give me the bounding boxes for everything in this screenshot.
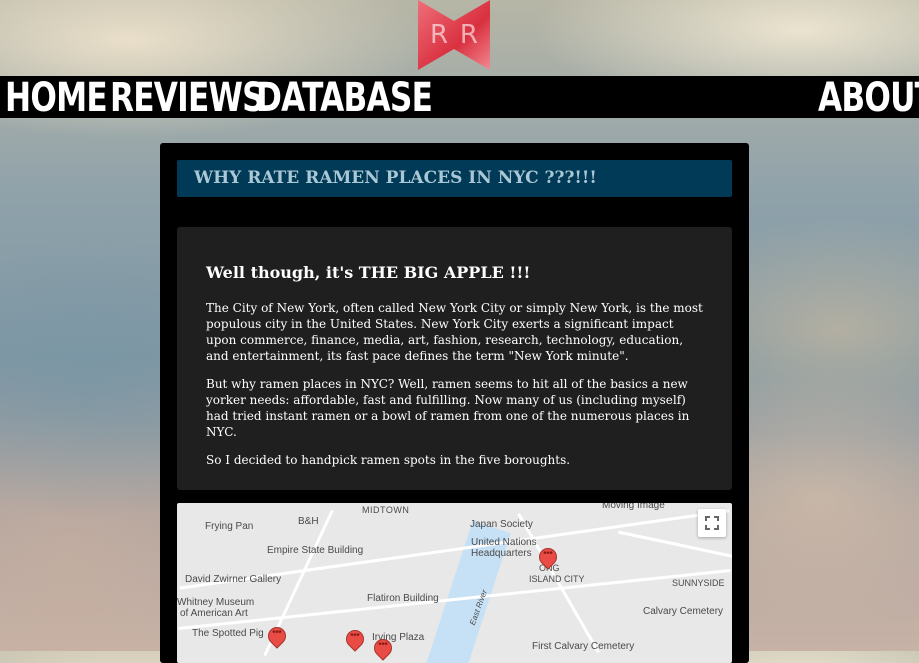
map-marker[interactable]: *** [268, 627, 286, 651]
map-marker[interactable]: *** [539, 548, 557, 572]
map-marker-label: *** [272, 629, 282, 638]
content-container: WHY RATE RAMEN PLACES IN NYC ???!!! Well… [160, 143, 749, 663]
map-marker[interactable]: *** [346, 630, 364, 654]
intro-panel: Well though, it's THE BIG APPLE !!! The … [177, 227, 732, 490]
intro-paragraph-3: So I decided to handpick ramen spots in … [206, 453, 571, 467]
logo-letter-left: R [430, 20, 449, 50]
map-marker-label: *** [543, 550, 553, 559]
ramen-map[interactable]: MIDTOWN Moving Image Frying Pan B&H Japa… [177, 503, 732, 663]
map-label-united-nations: United Nations [471, 537, 537, 548]
main-navbar: HOME REVIEWS DATABASE ABOUT [0, 76, 919, 120]
map-label-japan-society: Japan Society [470, 519, 533, 530]
site-logo[interactable]: R R [418, 0, 490, 70]
nav-reviews-link[interactable]: REVIEWS [110, 76, 265, 120]
map-label-calvary: Calvary Cemetery [643, 606, 724, 617]
map-marker-label: *** [350, 632, 360, 641]
intro-heading: Well though, it's THE BIG APPLE !!! [206, 263, 531, 282]
map-label-david-zwirner: David Zwirner Gallery [185, 574, 282, 585]
fullscreen-icon [705, 516, 719, 530]
map-label-frying-pan: Frying Pan [205, 521, 254, 532]
map-marker[interactable]: *** [374, 639, 392, 663]
map-label-empire-state: Empire State Building [267, 545, 364, 556]
map-label-bh: B&H [298, 516, 319, 527]
map-label-spotted-pig: The Spotted Pig [192, 628, 264, 639]
nav-database-link[interactable]: DATABASE [256, 76, 433, 120]
map-label-midtown: MIDTOWN [362, 505, 410, 515]
map-label-whitney-1: Whitney Museum [177, 597, 255, 608]
map-marker-label: *** [378, 641, 388, 650]
map-label-flatiron: Flatiron Building [367, 593, 439, 604]
map-label-whitney-2: of American Art [180, 608, 248, 619]
nav-home-link[interactable]: HOME [5, 76, 108, 120]
logo-letter-right: R [459, 20, 478, 50]
page-title: WHY RATE RAMEN PLACES IN NYC ???!!! [194, 168, 597, 188]
map-label-moving-image: Moving Image [602, 503, 665, 511]
intro-paragraph-2: But why ramen places in NYC? Well, ramen… [206, 377, 690, 439]
map-label-first-calvary: First Calvary Cemetery [532, 641, 635, 652]
fullscreen-button[interactable] [698, 509, 726, 537]
page-title-bar: WHY RATE RAMEN PLACES IN NYC ???!!! [177, 160, 732, 197]
map-label-sunnyside: SUNNYSIDE [672, 578, 725, 588]
map-label-headquarters: Headquarters [471, 548, 532, 559]
nav-about-link[interactable]: ABOUT [818, 76, 919, 120]
map-label-long-island-city: ISLAND CITY [529, 574, 585, 584]
intro-paragraph-1: The City of New York, often called New Y… [206, 301, 703, 363]
